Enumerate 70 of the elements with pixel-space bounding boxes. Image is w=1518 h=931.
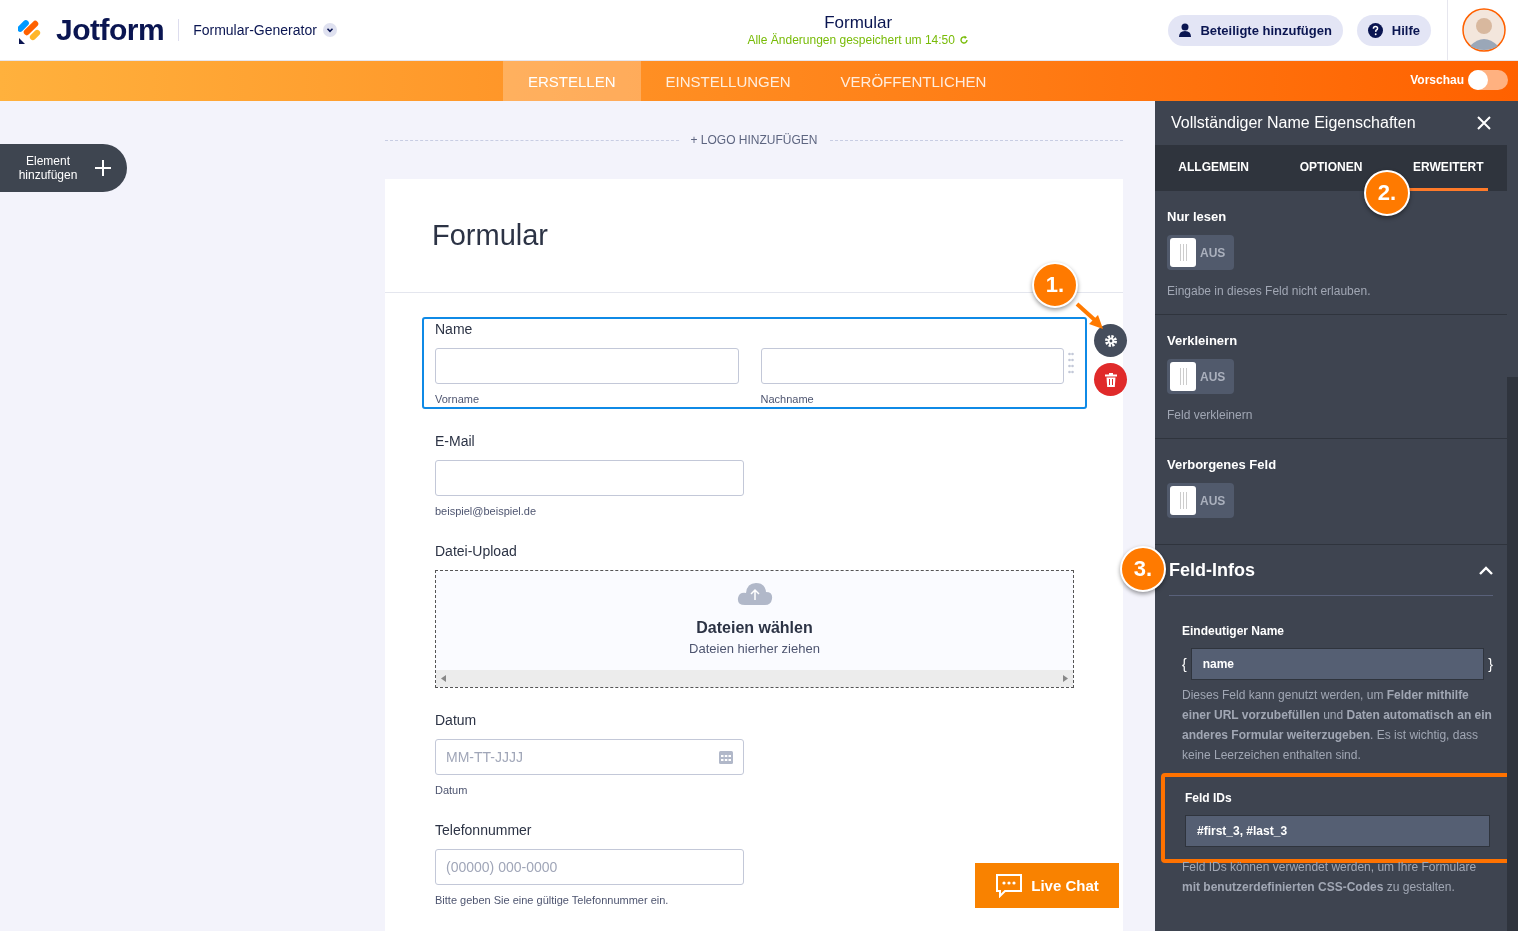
form-field[interactable]: Datei-Upload Dateien wählen Dateien hierher ziehen [422,539,1087,690]
annotation-arrow [1075,302,1105,330]
panel-tab[interactable]: ALLGEMEIN [1174,145,1253,191]
calendar-icon [719,750,733,764]
field-ids-input[interactable]: #first_3, #last_3 [1185,815,1490,847]
unique-name-input[interactable]: name [1190,648,1485,680]
close-icon[interactable] [1477,116,1491,130]
sublabel: Datum [435,784,469,796]
form-heading[interactable]: Formular [432,219,548,252]
setting-label: Verkleinern [1167,333,1239,348]
refresh-icon [958,35,969,45]
chat-icon [995,873,1024,898]
sublabel: beispiel@beispiel.de [435,505,538,517]
sublabel: Bitte geben Sie eine gültige Telefonnummer ein. [435,894,670,906]
form-field[interactable]: Telefonnummer (00000) 000-0000 Bitte geben Sie eine gültige Telefonnummer ein. [422,818,768,910]
field-label: Name [435,321,474,337]
chevron-icon[interactable] [1479,565,1493,575]
field-label: Telefonnummer [435,822,533,838]
form-title[interactable]: Formular [548,13,1169,33]
email-input[interactable] [435,460,744,496]
field-label: Eindeutiger Name [1182,624,1286,638]
field-label: Datum [435,712,478,728]
avatar[interactable] [1462,8,1506,52]
trash-icon [1104,372,1117,387]
invite-button[interactable]: Beteiligte hinzufügen [1168,14,1343,46]
help-icon [1367,22,1383,38]
upload-area[interactable]: Dateien wählen Dateien hierher ziehen [435,570,1074,688]
help-button[interactable]: Hilfe [1356,14,1431,46]
setting-label: Nur lesen [1167,209,1228,224]
panel-tab[interactable]: OPTIONEN [1295,145,1367,191]
setting-label: Verborgenes Feld [1167,457,1278,472]
text-input[interactable] [435,348,739,384]
sublabel: Nachname [760,393,815,405]
scrollbar-thumb[interactable] [1507,377,1518,931]
field-label: E-Mail [435,433,476,449]
scrollbar[interactable] [436,670,1073,687]
panel-title: Vollständiger Name Eigenschaften [1171,114,1416,132]
sublabel: Vorname [435,393,481,405]
plus-icon [94,159,112,177]
person-icon [1179,23,1192,37]
preview-label: Vorschau [1410,73,1464,87]
text-input[interactable] [760,348,1064,384]
setting-hint: Eingabe in dieses Feld nicht erlauben. [1167,284,1372,298]
add-logo-link[interactable]: + LOGO HINZUFÜGEN [690,133,818,147]
field-label: Feld IDs [1185,791,1233,805]
caret-icon [322,23,337,37]
preview-toggle[interactable] [1468,70,1508,90]
drop-hint: Dateien hierher ziehen [689,641,820,656]
brace: } [1488,656,1493,672]
cloud-upload-icon [736,581,773,605]
scroll-left-icon [441,675,446,682]
delete-button[interactable] [1094,363,1127,396]
help-text: Dieses Feld kann genutzt werden, um Felder mithilfe einer URL vorzubefüllen und Daten automatisch an ein anderes Formular weiterzugeben. Es ist wichtig, dass keine Leerzeichen enthalten sind. [1182,687,1493,764]
save-status: Alle Änderungen gespeichert um 14:50 [747,33,955,47]
drag-handle-icon[interactable] [1068,352,1074,374]
setting-hint: Feld verkleinern [1167,408,1254,422]
section-title: Feld-Infos [1169,559,1255,581]
help-text: Feld IDs können verwendet werden, um Ihre Formulare mit benutzerdefinierten CSS-Codes zu gestalten. [1182,859,1478,896]
choose-files-text: Dateien wählen [696,619,813,637]
add-element-button[interactable]: Element hinzufügen [0,144,127,192]
scroll-right-icon [1063,675,1068,682]
app-switcher[interactable]: Formular-Generator [193,22,337,38]
brace: { [1182,656,1187,672]
brand-name[interactable]: Jotform [56,13,165,47]
settings-icon [1103,333,1118,348]
panel-tab[interactable]: ERWEITERT [1409,145,1488,191]
field-label: Datei-Upload [435,543,518,559]
settings-button[interactable] [1094,324,1127,357]
form-field[interactable]: Datum MM-TT-JJJJ Datum [422,708,768,800]
form-field[interactable]: E-Mail beispiel@beispiel.de [422,429,768,521]
